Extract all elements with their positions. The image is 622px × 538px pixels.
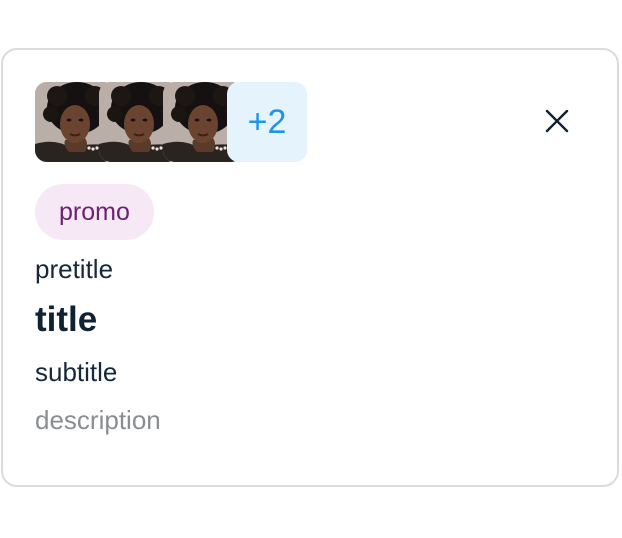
description: description [35, 405, 161, 435]
pretitle: pretitle [35, 254, 114, 284]
close-button[interactable] [533, 97, 581, 145]
more-avatars-count[interactable]: +2 [227, 82, 307, 162]
card-title: title [35, 300, 98, 339]
promo-tag: promo [35, 184, 154, 240]
avatar-group: +2 [35, 82, 315, 162]
subtitle: subtitle [35, 357, 118, 387]
card: +2 promo pretitle title subtitle descrip… [1, 48, 619, 487]
close-icon [545, 109, 569, 133]
